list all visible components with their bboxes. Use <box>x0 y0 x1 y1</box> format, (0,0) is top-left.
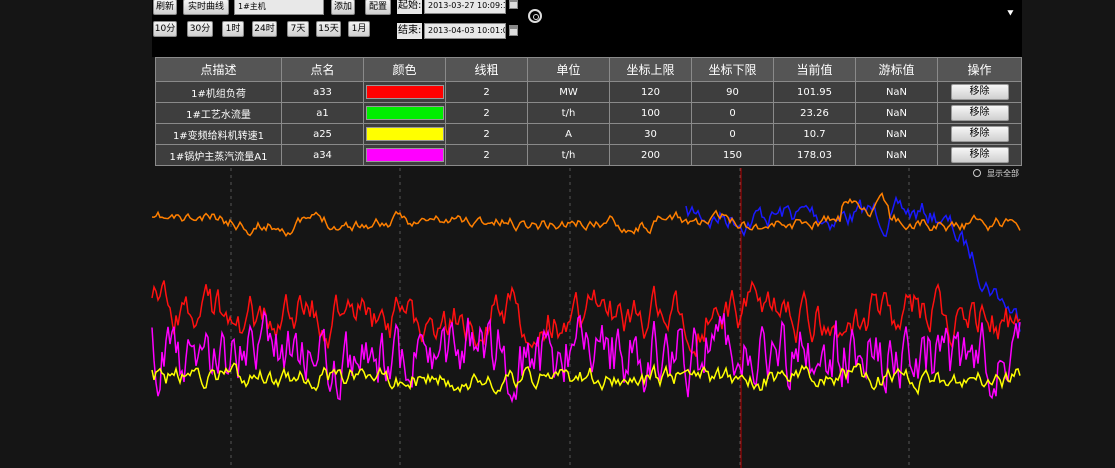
remove-button[interactable]: 移除 <box>950 126 1009 142</box>
header-color: 颜色 <box>363 57 446 82</box>
cell-action: 移除 <box>937 123 1022 145</box>
points-table: 点描述 点名 颜色 线粗 单位 坐标上限 坐标下限 当前值 游标值 操作 1#机… <box>155 57 1022 166</box>
remove-button[interactable]: 移除 <box>950 105 1009 121</box>
curve-yellow <box>151 362 1021 396</box>
end-time-field[interactable]: 2013-04-03 10:01:07 <box>424 23 506 39</box>
curve-magenta <box>151 309 1021 404</box>
mode-button[interactable]: 实时曲线 <box>183 0 229 15</box>
cell-lower: 0 <box>691 102 774 124</box>
cell-action: 移除 <box>937 102 1022 124</box>
trend-app: 显示全部 刷新 实时曲线 1#主机 添加 配置 起始: 2013-03-27 1… <box>0 0 1115 468</box>
header-action: 操作 <box>937 57 1022 82</box>
cell-desc: 1#工艺水流量 <box>155 102 282 124</box>
cell-name: a1 <box>281 102 364 124</box>
cell-action: 移除 <box>937 81 1022 103</box>
end-calendar-icon[interactable] <box>509 25 518 36</box>
cell-desc: 1#机组负荷 <box>155 81 282 103</box>
cell-unit: t/h <box>527 144 610 166</box>
config-button[interactable]: 配置 <box>365 0 391 15</box>
cell-cursor: NaN <box>855 144 938 166</box>
cell-width: 2 <box>445 81 528 103</box>
cell-name: a34 <box>281 144 364 166</box>
point-select[interactable]: 1#主机 <box>234 0 324 15</box>
cell-current: 10.7 <box>773 123 856 145</box>
table-row[interactable]: 1#变频给料机转速1 a25 2 A 30 0 10.7 NaN 移除 <box>155 123 1022 145</box>
refresh-button[interactable]: 刷新 <box>153 0 177 15</box>
show-all-label: 显示全部 <box>987 169 1019 178</box>
cell-unit: t/h <box>527 102 610 124</box>
remove-button[interactable]: 移除 <box>950 84 1009 100</box>
header-desc: 点描述 <box>155 57 282 82</box>
cell-upper: 200 <box>609 144 692 166</box>
table-header-row: 点描述 点名 颜色 线粗 单位 坐标上限 坐标下限 当前值 游标值 操作 <box>155 57 1022 82</box>
add-button[interactable]: 添加 <box>331 0 355 15</box>
table-row[interactable]: 1#工艺水流量 a1 2 t/h 100 0 23.26 NaN 移除 <box>155 102 1022 124</box>
trend-curves <box>151 192 1021 404</box>
magnifier-icon <box>973 169 981 177</box>
cell-lower: 90 <box>691 81 774 103</box>
cell-action: 移除 <box>937 144 1022 166</box>
cell-upper: 30 <box>609 123 692 145</box>
cell-name: a33 <box>281 81 364 103</box>
color-swatch[interactable] <box>365 106 444 120</box>
cell-name: a25 <box>281 123 364 145</box>
cell-unit: MW <box>527 81 610 103</box>
header-unit: 单位 <box>527 57 610 82</box>
header-upper: 坐标上限 <box>609 57 692 82</box>
color-swatch[interactable] <box>365 148 444 162</box>
header-name: 点名 <box>281 57 364 82</box>
header-current: 当前值 <box>773 57 856 82</box>
cell-lower: 0 <box>691 123 774 145</box>
start-label: 起始: <box>397 0 423 14</box>
cell-current: 23.26 <box>773 102 856 124</box>
color-swatch[interactable] <box>365 85 444 99</box>
start-calendar-icon[interactable] <box>509 0 518 9</box>
table-row[interactable]: 1#锅炉主蒸汽流量A1 a34 2 t/h 200 150 178.03 NaN… <box>155 144 1022 166</box>
cell-desc: 1#锅炉主蒸汽流量A1 <box>155 144 282 166</box>
range-10min-button[interactable]: 10分 <box>153 21 177 37</box>
range-15d-button[interactable]: 15天 <box>316 21 341 37</box>
cell-color[interactable] <box>363 102 446 124</box>
cell-upper: 120 <box>609 81 692 103</box>
start-time-field[interactable]: 2013-03-27 10:09:13 <box>424 0 506 14</box>
cell-cursor: NaN <box>855 81 938 103</box>
color-swatch[interactable] <box>365 127 444 141</box>
cell-color[interactable] <box>363 81 446 103</box>
end-label: 结束: <box>397 23 423 39</box>
range-24h-button[interactable]: 24时 <box>252 21 277 37</box>
range-7d-button[interactable]: 7天 <box>287 21 309 37</box>
cell-cursor: NaN <box>855 102 938 124</box>
header-width: 线粗 <box>445 57 528 82</box>
remove-button[interactable]: 移除 <box>950 147 1009 163</box>
header-cursor: 游标值 <box>855 57 938 82</box>
curve-orange <box>151 192 1021 238</box>
cell-lower: 150 <box>691 144 774 166</box>
refresh-circle-icon[interactable] <box>528 9 542 23</box>
collapse-arrow-icon[interactable]: ⯆ <box>1006 8 1015 19</box>
cell-width: 2 <box>445 123 528 145</box>
table-row[interactable]: 1#机组负荷 a33 2 MW 120 90 101.95 NaN 移除 <box>155 81 1022 103</box>
cell-current: 178.03 <box>773 144 856 166</box>
range-30min-button[interactable]: 30分 <box>187 21 213 37</box>
header-lower: 坐标下限 <box>691 57 774 82</box>
range-1m-button[interactable]: 1月 <box>348 21 370 37</box>
show-all-button[interactable]: 显示全部 <box>973 168 1019 179</box>
cell-desc: 1#变频给料机转速1 <box>155 123 282 145</box>
cell-color[interactable] <box>363 144 446 166</box>
cell-cursor: NaN <box>855 123 938 145</box>
cell-upper: 100 <box>609 102 692 124</box>
cell-unit: A <box>527 123 610 145</box>
cell-width: 2 <box>445 144 528 166</box>
cell-current: 101.95 <box>773 81 856 103</box>
range-1h-button[interactable]: 1时 <box>222 21 244 37</box>
cell-color[interactable] <box>363 123 446 145</box>
cell-width: 2 <box>445 102 528 124</box>
